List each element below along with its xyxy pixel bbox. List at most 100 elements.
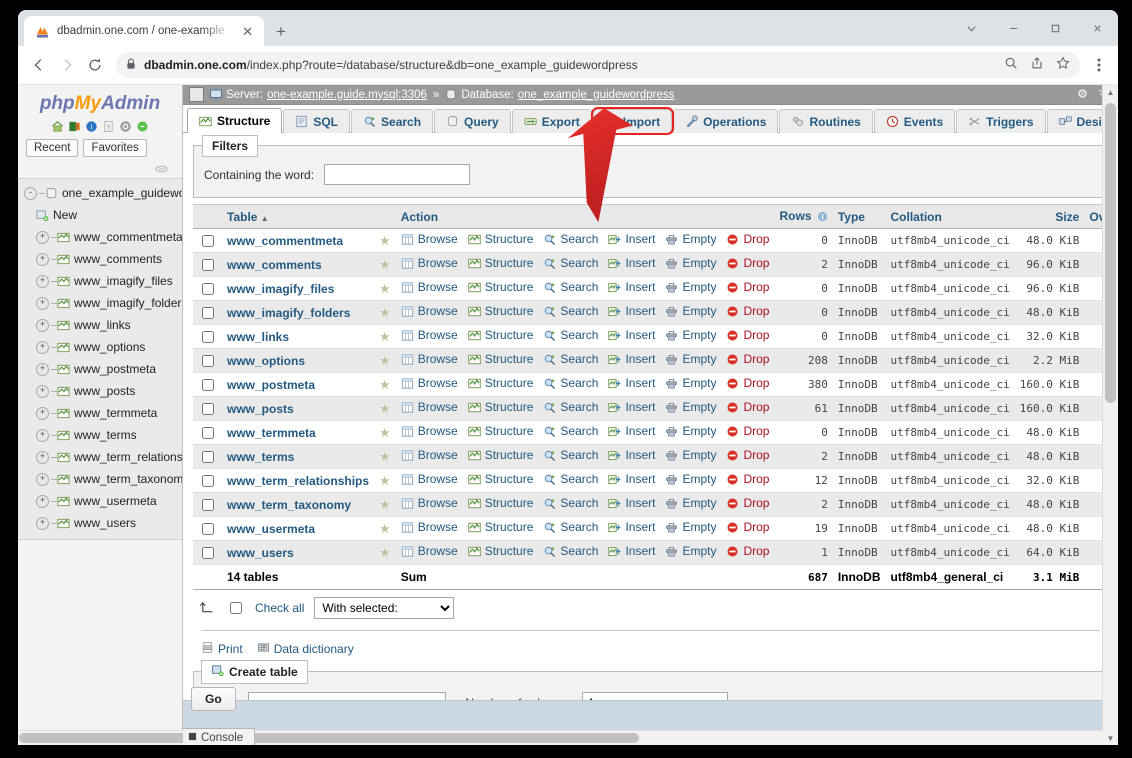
expand-node-icon[interactable]: + — [36, 297, 49, 310]
row-checkbox[interactable] — [202, 307, 214, 319]
favorite-star-icon[interactable]: ★ — [379, 377, 391, 392]
tree-node-table[interactable]: +www_postmeta — [18, 358, 182, 380]
back-arrow-icon[interactable] — [26, 52, 52, 78]
action-structure-link[interactable]: Structure — [468, 352, 534, 366]
tree-node-table[interactable]: +www_options — [18, 336, 182, 358]
action-drop-link[interactable]: Drop — [726, 400, 769, 414]
expand-node-icon[interactable]: + — [36, 253, 49, 266]
three-dots-icon[interactable] — [1088, 57, 1110, 73]
tree-node-table[interactable]: +www_commentmeta — [18, 226, 182, 248]
with-selected-select[interactable]: With selected: — [314, 597, 454, 619]
action-structure-link[interactable]: Structure — [468, 304, 534, 318]
tree-node-table[interactable]: +www_imagify_files — [18, 270, 182, 292]
favorite-star-icon[interactable]: ★ — [379, 281, 391, 296]
row-checkbox[interactable] — [202, 355, 214, 367]
scroll-up-icon[interactable]: ▲ — [1103, 85, 1118, 100]
tree-node-table[interactable]: +www_imagify_folders — [18, 292, 182, 314]
action-insert-link[interactable]: Insert — [608, 352, 655, 366]
close-icon[interactable] — [1076, 10, 1118, 46]
expand-node-icon[interactable]: + — [36, 319, 49, 332]
action-insert-link[interactable]: Insert — [608, 400, 655, 414]
action-browse-link[interactable]: Browse — [401, 376, 458, 390]
action-search-link[interactable]: Search — [543, 400, 598, 414]
action-insert-link[interactable]: Insert — [608, 232, 655, 246]
row-checkbox[interactable] — [202, 499, 214, 511]
action-browse-link[interactable]: Browse — [401, 496, 458, 510]
tab-export[interactable]: Export — [512, 109, 592, 133]
action-insert-link[interactable]: Insert — [608, 280, 655, 294]
favorite-star-icon[interactable]: ★ — [379, 449, 391, 464]
sidebar-toggle-icon[interactable] — [189, 87, 204, 102]
action-search-link[interactable]: Search — [543, 472, 598, 486]
favorite-star-icon[interactable]: ★ — [379, 545, 391, 560]
action-structure-link[interactable]: Structure — [468, 376, 534, 390]
minimize-icon[interactable] — [992, 10, 1034, 46]
recent-button[interactable]: Recent — [26, 139, 78, 157]
tree-node-table[interactable]: +www_comments — [18, 248, 182, 270]
action-structure-link[interactable]: Structure — [468, 400, 534, 414]
action-browse-link[interactable]: Browse — [401, 304, 458, 318]
help-icon[interactable]: ? — [102, 120, 115, 133]
table-name-link[interactable]: www_comments — [227, 258, 322, 272]
action-drop-link[interactable]: Drop — [726, 304, 769, 318]
action-search-link[interactable]: Search — [543, 328, 598, 342]
data-dictionary-link[interactable]: Data dictionary — [257, 641, 354, 657]
action-browse-link[interactable]: Browse — [401, 352, 458, 366]
action-empty-link[interactable]: Empty — [665, 256, 716, 270]
main-vertical-scrollbar[interactable]: ▲ ▼ — [1102, 85, 1118, 745]
tree-node-database[interactable]: -one_example_guidewordpress — [18, 182, 182, 204]
row-checkbox[interactable] — [202, 451, 214, 463]
action-empty-link[interactable]: Empty — [665, 280, 716, 294]
action-insert-link[interactable]: Insert — [608, 496, 655, 510]
action-search-link[interactable]: Search — [543, 520, 598, 534]
tree-node-table[interactable]: +www_users — [18, 512, 182, 534]
row-checkbox[interactable] — [202, 427, 214, 439]
search-icon[interactable] — [1004, 56, 1018, 75]
tree-toolbar[interactable] — [18, 163, 182, 178]
expand-node-icon[interactable]: + — [36, 385, 49, 398]
table-name-link[interactable]: www_terms — [227, 450, 294, 464]
action-insert-link[interactable]: Insert — [608, 376, 655, 390]
table-name-link[interactable]: www_posts — [227, 402, 294, 416]
col-rows[interactable]: Rows i — [774, 205, 832, 229]
expand-node-icon[interactable]: + — [36, 275, 49, 288]
favorite-star-icon[interactable]: ★ — [379, 233, 391, 248]
action-drop-link[interactable]: Drop — [726, 424, 769, 438]
new-tab-button[interactable]: + — [264, 22, 296, 46]
table-name-link[interactable]: www_imagify_files — [227, 282, 334, 296]
row-checkbox[interactable] — [202, 403, 214, 415]
hscrollbar-thumb[interactable] — [19, 733, 639, 743]
favorite-star-icon[interactable]: ★ — [379, 329, 391, 344]
row-checkbox[interactable] — [202, 523, 214, 535]
action-empty-link[interactable]: Empty — [665, 424, 716, 438]
action-search-link[interactable]: Search — [543, 304, 598, 318]
action-empty-link[interactable]: Empty — [665, 472, 716, 486]
maximize-icon[interactable] — [1034, 10, 1076, 46]
page-horizontal-scrollbar[interactable] — [18, 730, 1103, 745]
gear-icon[interactable] — [1077, 88, 1088, 102]
action-empty-link[interactable]: Empty — [665, 544, 716, 558]
action-drop-link[interactable]: Drop — [726, 544, 769, 558]
action-insert-link[interactable]: Insert — [608, 544, 655, 558]
col-type[interactable]: Type — [833, 205, 886, 229]
expand-node-icon[interactable]: + — [36, 407, 49, 420]
action-browse-link[interactable]: Browse — [401, 544, 458, 558]
favorite-star-icon[interactable]: ★ — [379, 497, 391, 512]
action-empty-link[interactable]: Empty — [665, 328, 716, 342]
action-search-link[interactable]: Search — [543, 544, 598, 558]
action-drop-link[interactable]: Drop — [726, 280, 769, 294]
forward-arrow-icon[interactable] — [54, 52, 80, 78]
tree-node-table[interactable]: +www_links — [18, 314, 182, 336]
action-insert-link[interactable]: Insert — [608, 328, 655, 342]
favorite-star-icon[interactable]: ★ — [379, 305, 391, 320]
action-insert-link[interactable]: Insert — [608, 472, 655, 486]
tab-operations[interactable]: Operations — [673, 109, 778, 133]
action-search-link[interactable]: Search — [543, 352, 598, 366]
star-outline-icon[interactable] — [1056, 56, 1070, 75]
favorite-star-icon[interactable]: ★ — [379, 473, 391, 488]
tab-query[interactable]: Query — [434, 109, 511, 133]
tab-search[interactable]: Search — [351, 109, 433, 133]
expand-node-icon[interactable]: + — [36, 231, 49, 244]
col-table[interactable]: Table ▲ — [222, 205, 374, 229]
phpmyadmin-logo[interactable]: phpMyAdmin — [18, 85, 182, 117]
